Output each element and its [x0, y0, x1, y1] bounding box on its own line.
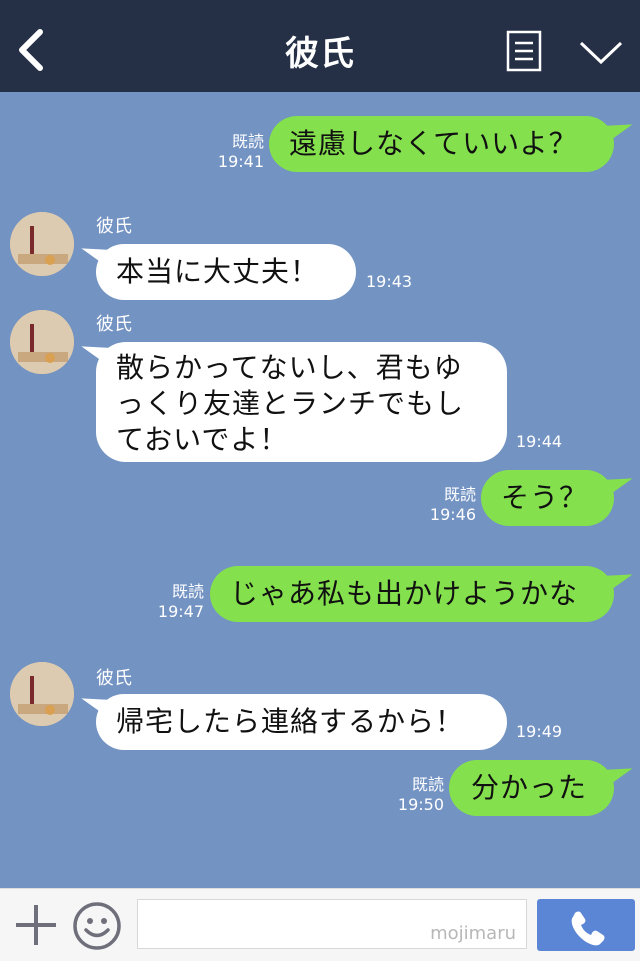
outgoing-message[interactable]: 分かった	[449, 760, 614, 816]
call-button[interactable]	[537, 899, 635, 951]
message-time: 19:47	[157, 602, 204, 621]
message-text: そう？	[501, 481, 589, 514]
message-time: 19:50	[397, 795, 444, 814]
message-text: 遠慮しなくていいよ？	[289, 127, 578, 160]
avatar-photo-icon	[10, 310, 74, 374]
message-text: 帰宅したら連絡するから！	[116, 705, 465, 738]
input-bar: mojimaru	[0, 888, 640, 961]
chat-area: 既読 19:41 遠慮しなくていいよ？ 彼氏 本当に大丈夫！ 19:43 彼氏 …	[0, 92, 640, 888]
smiley-icon[interactable]	[72, 901, 122, 951]
avatar[interactable]	[10, 662, 74, 726]
phone-icon	[571, 911, 605, 946]
avatar[interactable]	[10, 310, 74, 374]
message-input[interactable]: mojimaru	[137, 899, 527, 949]
message-text: じゃあ私も出かけようかな	[230, 577, 579, 610]
message-time: 19:41	[217, 152, 264, 171]
message-text-line: っくり友達とランチでもし	[116, 387, 465, 420]
message-time: 19:44	[516, 432, 563, 451]
plus-icon[interactable]	[14, 903, 58, 947]
message-meta: 既読 19:50	[380, 775, 444, 815]
menu-list-icon[interactable]	[506, 30, 542, 72]
watermark-text: mojimaru	[430, 923, 516, 944]
avatar[interactable]	[10, 212, 74, 276]
incoming-message[interactable]: 帰宅したら連絡するから！	[96, 694, 507, 750]
sender-name: 彼氏	[96, 216, 132, 237]
message-time: 19:43	[366, 272, 413, 291]
read-indicator: 既読	[231, 132, 264, 151]
sender-name: 彼氏	[96, 314, 132, 335]
read-indicator: 既読	[171, 582, 204, 601]
incoming-message[interactable]: 本当に大丈夫！	[96, 244, 356, 300]
message-meta: 既読 19:46	[412, 485, 476, 525]
message-text-line: 散らかってないし、君もゆ	[116, 351, 463, 384]
incoming-message[interactable]: 散らかってないし、君もゆ っくり友達とランチでもし ておいでよ！	[96, 342, 507, 462]
sender-name: 彼氏	[96, 668, 132, 689]
message-time: 19:46	[429, 505, 476, 524]
message-meta: 既読 19:41	[200, 132, 264, 172]
message-meta: 既読 19:47	[140, 582, 204, 622]
chat-title: 彼氏	[285, 34, 355, 74]
message-text-line: ておいでよ！	[116, 423, 289, 456]
message-text: 分かった	[471, 771, 588, 804]
outgoing-message[interactable]: そう？	[481, 470, 614, 526]
chat-header: 彼氏	[0, 0, 640, 92]
read-indicator: 既読	[411, 775, 444, 794]
avatar-photo-icon	[10, 662, 74, 726]
avatar-photo-icon	[10, 212, 74, 276]
outgoing-message[interactable]: じゃあ私も出かけようかな	[210, 566, 614, 622]
message-time: 19:49	[516, 722, 563, 741]
outgoing-message[interactable]: 遠慮しなくていいよ？	[269, 116, 614, 172]
message-text: 本当に大丈夫！	[116, 255, 320, 288]
dropdown-chevron-icon[interactable]	[578, 38, 624, 68]
read-indicator: 既読	[443, 485, 476, 504]
